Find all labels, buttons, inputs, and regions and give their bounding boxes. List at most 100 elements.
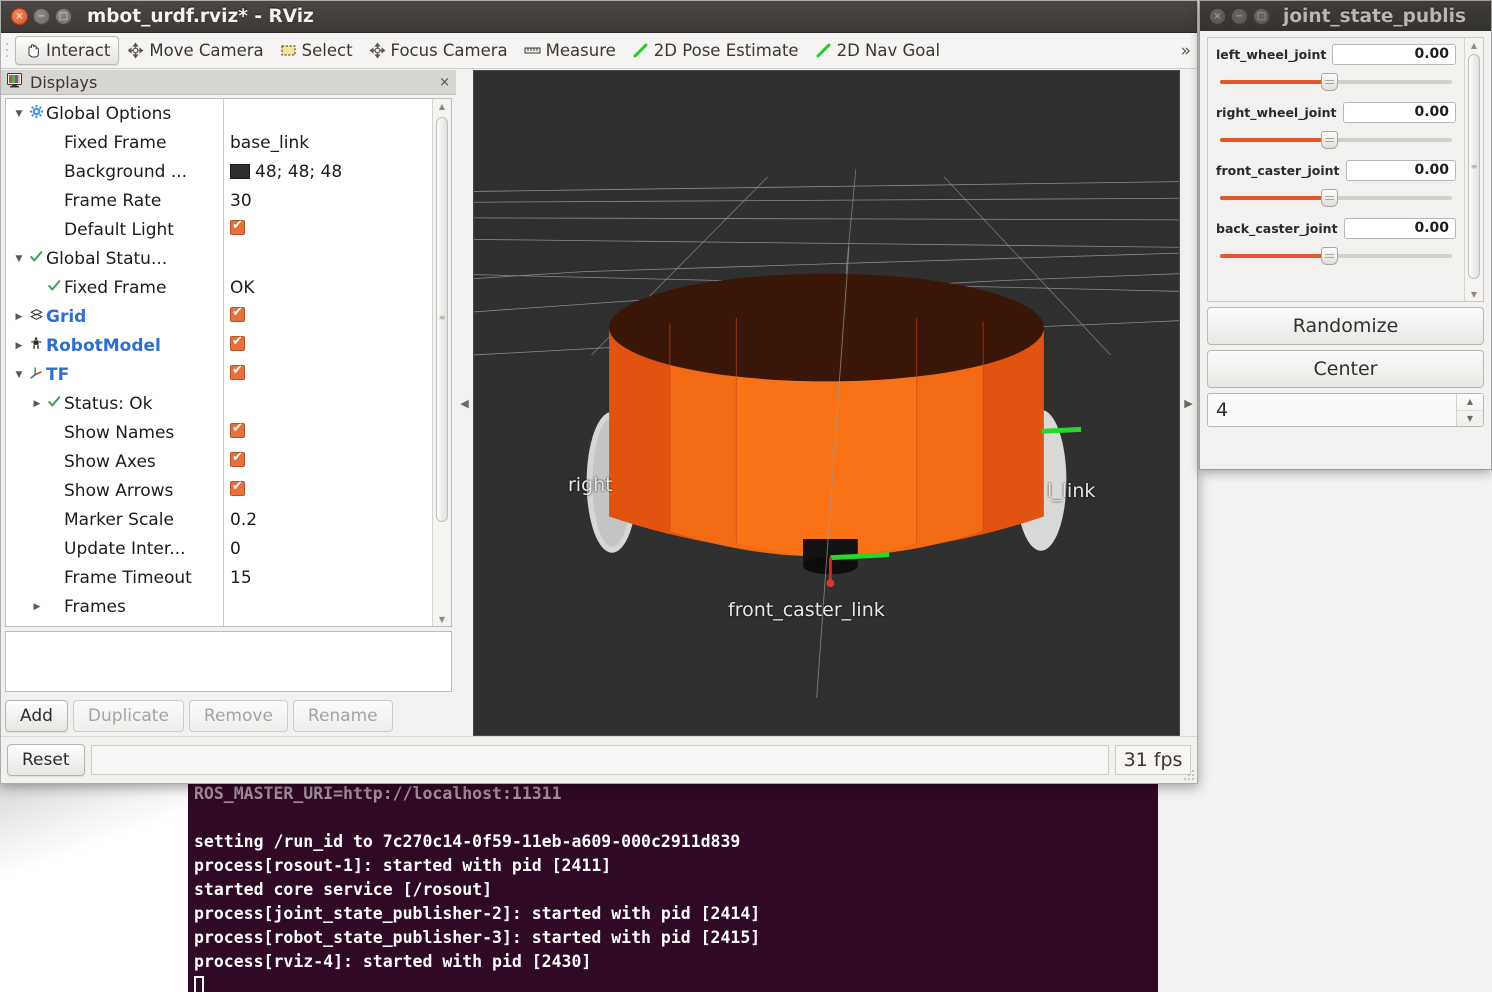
scroll-down-icon[interactable]: ▼ <box>1465 287 1483 301</box>
scroll-up-icon[interactable]: ▲ <box>433 99 451 113</box>
display-tree-row[interactable]: Update Inter... 0 <box>6 534 432 563</box>
checkbox-checked-icon[interactable] <box>230 363 245 380</box>
display-tree-row[interactable]: ▼ TF <box>6 360 432 389</box>
display-enable-checkbox[interactable] <box>230 218 245 240</box>
toolbar-move-camera-button[interactable]: Move Camera <box>119 37 271 64</box>
center-button[interactable]: Center <box>1207 350 1484 388</box>
joint-value-input[interactable]: 0.00 <box>1343 218 1456 239</box>
spinbox-down-icon[interactable]: ▼ <box>1457 411 1483 427</box>
display-tree-row[interactable]: Show Axes <box>6 447 432 476</box>
display-enable-checkbox[interactable] <box>230 363 245 385</box>
display-tree-row[interactable]: Frame Rate 30 <box>6 186 432 215</box>
chevron-right-icon[interactable]: ▶ <box>30 602 44 612</box>
spinbox-arrows[interactable]: ▲ ▼ <box>1456 394 1483 426</box>
toolbar-overflow-button[interactable]: » <box>1181 41 1191 61</box>
left-splitter-handle[interactable]: ◀ <box>456 70 473 736</box>
jsp-close-button[interactable]: × <box>1209 7 1226 25</box>
display-tree-row[interactable]: Marker Scale 0.2 <box>6 505 432 534</box>
jsp-spinbox[interactable]: 4 ▲ ▼ <box>1207 393 1484 427</box>
display-tree-row[interactable]: ▶ RobotModel <box>6 331 432 360</box>
chevron-right-icon[interactable]: ▶ <box>12 312 26 322</box>
right-splitter-handle[interactable]: ▶ <box>1180 70 1197 736</box>
add-button[interactable]: Add <box>5 700 68 732</box>
display-enable-checkbox[interactable] <box>230 479 245 501</box>
display-tree-row[interactable]: Show Names <box>6 418 432 447</box>
rviz-maximize-button[interactable]: □ <box>55 8 72 25</box>
joint-value-input[interactable]: 0.00 <box>1342 102 1456 123</box>
chevron-down-icon[interactable]: ▼ <box>12 109 26 119</box>
display-property-value[interactable]: 0 <box>230 539 241 559</box>
toolbar-focus-camera-button[interactable]: Focus Camera <box>361 37 516 64</box>
checkbox-checked-icon[interactable] <box>230 334 245 351</box>
toolbar-measure-button[interactable]: Measure <box>516 37 624 64</box>
display-tree-row[interactable]: Frame Timeout 15 <box>6 563 432 592</box>
joint-scrollbar[interactable]: ▲ ≡ ▼ <box>1464 38 1483 301</box>
scrollbar-track[interactable]: ≡ <box>1465 52 1483 287</box>
toolbar-2d-nav-goal-button[interactable]: 2D Nav Goal <box>807 37 949 64</box>
display-tree-row[interactable]: ▶ Status: Ok <box>6 389 432 418</box>
jsp-minimize-button[interactable]: − <box>1231 7 1248 25</box>
display-enable-checkbox[interactable] <box>230 421 245 443</box>
joint-value-input[interactable]: 0.00 <box>1332 44 1456 65</box>
displays-tree-scrollbar[interactable]: ▲ ≡ ▼ <box>432 99 451 627</box>
reset-button[interactable]: Reset <box>7 744 85 776</box>
rviz-titlebar[interactable]: × − □ mbot_urdf.rviz* - RViz <box>1 1 1197 33</box>
joint-slider[interactable] <box>1216 131 1456 149</box>
scrollbar-track[interactable]: ≡ <box>433 113 451 612</box>
slider-handle[interactable] <box>1320 247 1338 265</box>
joint-slider[interactable] <box>1216 247 1456 265</box>
display-tree-row[interactable]: ▶ Grid <box>6 302 432 331</box>
slider-handle[interactable] <box>1320 131 1338 149</box>
resize-grip[interactable] <box>1183 769 1195 781</box>
display-property-value[interactable]: 15 <box>230 568 252 588</box>
jsp-titlebar[interactable]: × − □ joint_state_publis <box>1200 1 1491 31</box>
display-tree-row[interactable]: ▼ Global Statu... <box>6 244 432 273</box>
randomize-button[interactable]: Randomize <box>1207 307 1484 345</box>
close-icon[interactable]: × <box>439 75 450 90</box>
display-tree-row[interactable]: Default Light <box>6 215 432 244</box>
chevron-right-icon[interactable]: ▶ <box>12 341 26 351</box>
display-tree-row[interactable]: Fixed Frame OK <box>6 273 432 302</box>
toolbar-select-button[interactable]: Select <box>272 37 361 64</box>
display-property-value[interactable]: 30 <box>230 191 252 211</box>
checkbox-checked-icon[interactable] <box>230 218 245 235</box>
rviz-close-button[interactable]: × <box>11 8 28 25</box>
joint-slider[interactable] <box>1216 189 1456 207</box>
display-property-value[interactable]: 0.2 <box>230 510 257 530</box>
terminal-window[interactable]: ROS_MASTER_URI=http://localhost:11311 se… <box>188 778 1158 992</box>
render-viewport[interactable]: right l_link front_caster_link <box>473 70 1180 736</box>
joint-slider[interactable] <box>1216 73 1456 91</box>
display-enable-checkbox[interactable] <box>230 305 245 327</box>
spinbox-value[interactable]: 4 <box>1208 394 1456 426</box>
checkbox-checked-icon[interactable] <box>230 421 245 438</box>
display-tree-row[interactable]: ▶ Frames <box>6 592 432 621</box>
display-property-value[interactable]: OK <box>230 278 255 298</box>
display-tree-row[interactable]: ▼ Global Options <box>6 99 432 128</box>
slider-handle[interactable] <box>1320 189 1338 207</box>
slider-handle[interactable] <box>1320 73 1338 91</box>
spinbox-up-icon[interactable]: ▲ <box>1457 394 1483 411</box>
checkbox-checked-icon[interactable] <box>230 479 245 496</box>
display-tree-row[interactable]: Show Arrows <box>6 476 432 505</box>
toolbar-drag-handle[interactable] <box>5 40 13 61</box>
background-color-value[interactable]: 48; 48; 48 <box>230 162 342 182</box>
rviz-minimize-button[interactable]: − <box>33 8 50 25</box>
display-property-value[interactable]: base_link <box>230 133 309 153</box>
displays-tree[interactable]: ▼ Global Options Fixed Frame base_link Backg… <box>6 99 432 627</box>
joint-value-input[interactable]: 0.00 <box>1345 160 1456 181</box>
checkbox-checked-icon[interactable] <box>230 450 245 467</box>
scroll-up-icon[interactable]: ▲ <box>1465 38 1483 52</box>
chevron-down-icon[interactable]: ▼ <box>12 254 26 264</box>
display-tree-row[interactable]: Fixed Frame base_link <box>6 128 432 157</box>
display-enable-checkbox[interactable] <box>230 450 245 472</box>
display-tree-row[interactable]: Background ... 48; 48; 48 <box>6 157 432 186</box>
display-enable-checkbox[interactable] <box>230 334 245 356</box>
toolbar-interact-button[interactable]: Interact <box>15 36 120 65</box>
chevron-right-icon[interactable]: ▶ <box>30 399 44 409</box>
jsp-maximize-button[interactable]: □ <box>1253 7 1270 25</box>
color-swatch[interactable] <box>230 163 250 179</box>
scroll-down-icon[interactable]: ▼ <box>433 612 451 626</box>
chevron-down-icon[interactable]: ▼ <box>12 370 26 380</box>
checkbox-checked-icon[interactable] <box>230 305 245 322</box>
toolbar-2d-pose-estimate-button[interactable]: 2D Pose Estimate <box>624 37 807 64</box>
